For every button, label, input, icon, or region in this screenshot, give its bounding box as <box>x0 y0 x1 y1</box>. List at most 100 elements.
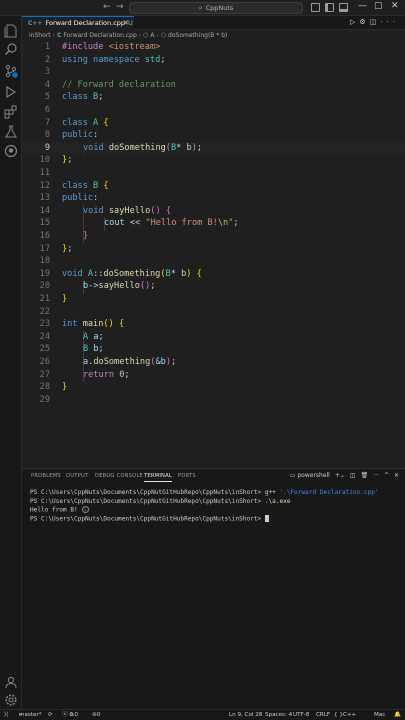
code-editor[interactable]: 1 #include <iostream> 2 using namespace st… <box>22 41 405 465</box>
remote-icon[interactable]: ⟩⟨ <box>4 710 8 720</box>
code-line: 29 <box>39 394 50 405</box>
code-line: 3 <box>44 67 50 78</box>
tab-ports[interactable]: PORTS <box>178 473 196 479</box>
code-line: 11 <box>39 168 50 178</box>
terminal-icon: ▭ <box>289 472 296 479</box>
run-debug-icon[interactable] <box>4 84 18 98</box>
breadcrumb: inShort › C Forward Declaration.cpp › ⬡ A › ⬡ … <box>22 30 405 41</box>
account-icon[interactable] <box>4 674 18 689</box>
terminal-cursor <box>264 514 269 522</box>
toggle-sidebar-icon[interactable] <box>325 3 334 12</box>
code-line: 26 a.doSomething(&b); <box>39 357 177 367</box>
flask-icon[interactable] <box>4 124 18 138</box>
code-line: 21} <box>39 294 68 304</box>
tab-debug-console[interactable]: DEBUG CONSOLE <box>95 473 143 479</box>
status-bar: ⟩⟨ ⑂ master* ⟳ ⓧ 0 ⚠ 0 ⊚ 0 Ln 9, Col 28 … <box>0 709 405 720</box>
terminal-line: PS C:\Users\CppNuts\Documents\CppNutGitH… <box>30 489 379 496</box>
new-terminal-icon[interactable]: +⌄ <box>335 472 345 479</box>
code-line: 17}; <box>39 243 73 254</box>
encoding[interactable]: UTF-8 <box>293 710 309 720</box>
trash-icon[interactable]: 🗑 <box>361 472 369 479</box>
breadcrumb-method[interactable]: doSomething(B * b) <box>168 32 227 39</box>
copilot-icon[interactable] <box>311 3 320 12</box>
editor-tab-bar: C++ Forward Declaration.cpp U ✕ ▷⚙◫··· <box>22 16 405 30</box>
code-line: 2 using namespace std; <box>44 54 166 65</box>
toggle-panel-icon[interactable] <box>339 3 348 12</box>
notifications-bell-icon[interactable]: 🔔 <box>394 710 401 720</box>
command-center-search[interactable]: ⌕ CppNuts <box>129 2 303 14</box>
class-symbol-icon: ⬡ <box>143 32 149 39</box>
search-icon[interactable] <box>4 41 18 55</box>
explorer-icon[interactable] <box>4 23 18 38</box>
terminal-line: Hello from B! i <box>30 506 402 515</box>
split-terminal-icon[interactable]: ◫ <box>350 472 356 479</box>
minimize-icon[interactable]: — <box>358 1 367 11</box>
ports-status[interactable]: ⊚ 0 <box>92 710 100 720</box>
code-line: 8 public: <box>44 130 99 141</box>
more-actions-icon[interactable]: ··· <box>380 18 399 26</box>
breadcrumb-file[interactable]: Forward Declaration.cpp <box>63 32 136 39</box>
terminal-output[interactable]: PS C:\Users\CppNuts\Documents\CppNutGitH… <box>30 489 402 523</box>
back-arrow-icon[interactable]: ← <box>103 2 111 12</box>
title-bar: ← → ⌕ CppNuts — ▢ ✕ <box>0 0 405 16</box>
code-line: 24 A a; <box>39 331 104 342</box>
activity-bar <box>0 16 22 709</box>
code-line: 25 B b; <box>39 344 104 355</box>
github-icon[interactable] <box>4 143 18 158</box>
close-tab-icon[interactable]: ✕ <box>123 17 129 29</box>
code-line: 14 void sayHello() { <box>39 205 171 216</box>
cpp-file-icon: C++ <box>28 20 43 27</box>
terminal-line: PS C:\Users\CppNuts\Documents\CppNutGitH… <box>30 497 291 505</box>
more-icon[interactable]: ··· <box>373 472 379 479</box>
platform[interactable]: Mac <box>374 710 385 720</box>
bottom-panel: PROBLEMS OUTPUT DEBUG CONSOLE TERMINAL P… <box>22 468 405 709</box>
sync-icon[interactable]: ⟳ <box>48 710 53 720</box>
editor-actions: ▷⚙◫··· <box>350 18 399 26</box>
command-decoration-icon[interactable]: i <box>81 506 89 514</box>
tab-output[interactable]: OUTPUT <box>66 473 88 479</box>
terminal-line: PS C:\Users\CppNuts\Documents\CppNutGitH… <box>30 514 402 524</box>
code-line: 1 #include <iostream> <box>44 42 161 52</box>
maximize-icon[interactable]: ▢ <box>374 1 383 11</box>
code-line: 7 class A { <box>44 117 109 128</box>
cpp-file-icon: C <box>56 32 62 39</box>
extensions-icon[interactable] <box>4 104 18 119</box>
cursor-position[interactable]: Ln 9, Col 28 <box>229 710 262 720</box>
code-line: 27 return 0; <box>39 369 130 380</box>
code-line: 16} <box>39 231 89 241</box>
close-window-icon[interactable]: ✕ <box>391 1 399 11</box>
search-icon: ⌕ <box>198 4 203 12</box>
code-line: 13 public: <box>39 193 99 204</box>
source-control-icon[interactable] <box>4 63 18 78</box>
run-file-icon[interactable]: ▷ <box>350 18 359 26</box>
tab-problems[interactable]: PROBLEMS <box>31 473 61 479</box>
breadcrumb-class[interactable]: A <box>150 32 154 39</box>
maximize-panel-icon[interactable]: ^ <box>384 472 389 479</box>
code-line: 28} <box>39 382 68 393</box>
code-line: 15 cout << "Hello from B!\n"; <box>39 218 239 229</box>
tab-terminal[interactable]: TERMINAL <box>144 473 172 482</box>
forward-arrow-icon[interactable]: → <box>116 2 124 12</box>
code-line-active: 9 void doSomething(B* b); <box>22 141 405 155</box>
settings-gear-icon[interactable]: ⚙ <box>359 18 369 26</box>
code-line: 20 b->sayHello(); <box>39 281 156 292</box>
code-line: 18 <box>39 256 50 267</box>
line-ending[interactable]: CRLF <box>316 710 330 720</box>
breadcrumb-folder[interactable]: inShort <box>29 32 51 39</box>
problems-status[interactable]: ⓧ 0 ⚠ 0 <box>62 710 78 720</box>
method-symbol-icon: ⬡ <box>160 32 167 39</box>
indentation[interactable]: Spaces: 4 <box>265 710 292 720</box>
panel-actions: ▭ powershell +⌄ ◫ 🗑 ··· ^ ✕ <box>285 472 399 479</box>
split-editor-icon[interactable]: ◫ <box>370 18 381 26</box>
code-line: 4// Forward declaration <box>44 79 176 90</box>
shell-name[interactable]: powershell <box>297 472 330 479</box>
code-line: 23 int main() { <box>39 319 125 330</box>
tab-forward-declaration[interactable]: C++ Forward Declaration.cpp U ✕ <box>22 16 134 30</box>
code-line: 22 <box>39 306 50 317</box>
close-panel-icon[interactable]: ✕ <box>394 472 399 479</box>
code-line: 19 void A::doSomething(B* b) { <box>39 268 202 279</box>
gear-icon[interactable] <box>4 692 18 706</box>
language-mode[interactable]: { } C++ <box>334 710 356 720</box>
panel-tabs: PROBLEMS OUTPUT DEBUG CONSOLE TERMINAL P… <box>22 469 405 485</box>
code-line: 10}; <box>39 155 73 166</box>
